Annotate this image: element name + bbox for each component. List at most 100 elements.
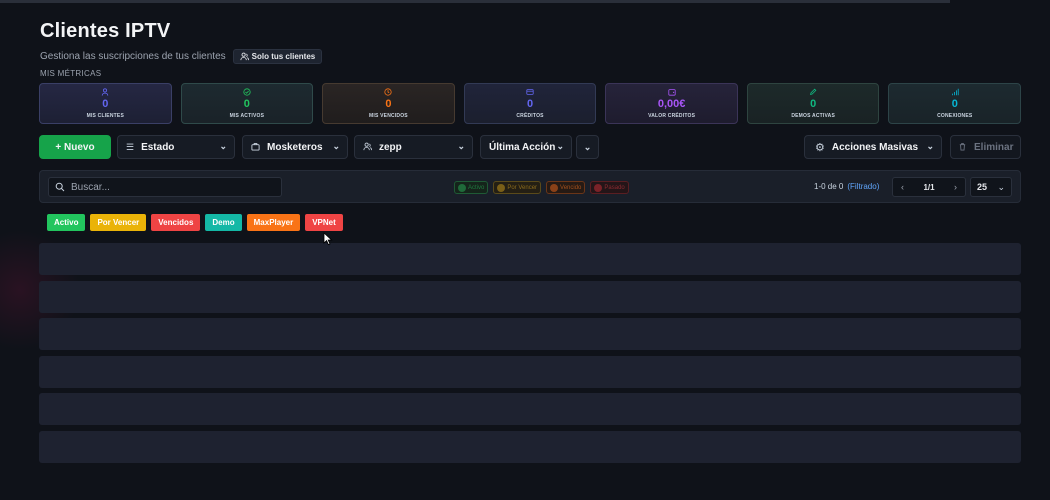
loading-row-placeholder xyxy=(39,318,1021,350)
signal-icon xyxy=(951,88,959,98)
check-circle-icon xyxy=(243,88,251,98)
chevron-left-icon[interactable]: ‹ xyxy=(901,182,904,192)
metric-card-connections: 0 CONEXIONES xyxy=(888,83,1022,124)
metric-card-demos: 0 DEMOS ACTIVAS xyxy=(746,83,880,124)
pager: ‹ 1/1 › xyxy=(892,177,966,197)
chevron-down-icon: ⌄ xyxy=(556,141,564,151)
chevron-down-icon: ⌄ xyxy=(997,181,1005,192)
briefcase-icon xyxy=(251,142,260,153)
search-box[interactable] xyxy=(48,177,282,197)
mouse-cursor-icon xyxy=(323,232,333,246)
legend-item-expiring[interactable]: Por Vencer xyxy=(493,181,542,194)
tag-demo[interactable]: Demo xyxy=(205,214,242,231)
user-filter-label: zepp xyxy=(379,141,402,153)
metric-card-expired: 0 MIS VENCIDOS xyxy=(322,83,455,124)
user-filter-select[interactable]: zepp ⌄ xyxy=(354,135,473,159)
chevron-down-icon: ⌄ xyxy=(332,141,340,151)
client-list xyxy=(39,243,1021,468)
search-input[interactable] xyxy=(71,181,271,193)
chevron-down-icon: ⌄ xyxy=(457,141,465,151)
metric-label: MIS CLIENTES xyxy=(86,113,124,119)
trash-icon xyxy=(958,142,967,153)
metric-value: 0 xyxy=(526,98,534,110)
reseller-filter-select[interactable]: Mosketeros ⌄ xyxy=(242,135,348,159)
metric-card-credit-value: 0,00€ VALOR CRÉDITOS xyxy=(605,83,738,124)
loading-row-placeholder xyxy=(39,430,1021,463)
status-dot xyxy=(497,183,506,192)
last-action-label: Última Acción xyxy=(489,141,556,153)
metric-value: 0 xyxy=(810,98,817,110)
metric-value: 0 xyxy=(385,98,392,110)
search-icon xyxy=(55,182,65,192)
tag-vencidos[interactable]: Vencidos xyxy=(151,214,201,231)
reseller-filter-label: Mosketeros xyxy=(267,141,323,153)
metric-value: 0,00€ xyxy=(657,98,686,110)
legend-label: Vencido xyxy=(560,184,582,191)
list-icon: ☰ xyxy=(126,141,135,152)
chevron-down-icon: ⌄ xyxy=(583,141,592,152)
chevron-down-icon: ⌄ xyxy=(926,141,934,151)
metric-label: MIS VENCIDOS xyxy=(369,113,408,119)
users-icon xyxy=(363,142,372,153)
metric-label: MIS ACTIVOS xyxy=(229,113,265,119)
metric-label: DEMOS ACTIVAS xyxy=(791,113,836,119)
metric-card-credits: 0 CRÉDITOS xyxy=(463,83,597,124)
toolbar: + Nuevo ☰ Estado ⌄ Mosketeros ⌄ zepp ⌄ Ú… xyxy=(39,135,1021,159)
pagination-info: 1-0 de 0 (Filtrado) xyxy=(814,182,879,191)
delete-button[interactable]: Eliminar xyxy=(950,135,1021,159)
page-title: Clientes IPTV xyxy=(40,20,171,42)
page-indicator: 1/1 xyxy=(923,182,935,192)
loading-row-placeholder xyxy=(39,280,1021,313)
legend-item-expired[interactable]: Vencido xyxy=(546,181,586,194)
chevron-down-icon: ⌄ xyxy=(219,141,227,151)
pencil-icon xyxy=(809,88,817,98)
metric-label: VALOR CRÉDITOS xyxy=(648,113,696,119)
estado-filter-label: Estado xyxy=(141,141,175,153)
delete-label: Eliminar xyxy=(974,141,1014,153)
page-size-value: 25 xyxy=(977,182,988,192)
metric-label: CONEXIONES xyxy=(937,113,973,119)
metric-value: 0 xyxy=(243,98,250,110)
legend-item-active[interactable]: Activo xyxy=(454,181,489,194)
last-action-sort-select[interactable]: Última Acción ⌄ xyxy=(480,135,572,159)
subtitle-row: Gestiona las suscripciones de tus client… xyxy=(40,49,323,64)
legend-label: Pasado xyxy=(604,184,625,191)
legend-label: Activo xyxy=(468,184,485,191)
metric-value: 0 xyxy=(951,98,958,110)
tag-maxplayer[interactable]: MaxPlayer xyxy=(246,214,301,231)
chevron-right-icon[interactable]: › xyxy=(954,182,957,192)
bulk-actions-button[interactable]: ⚙ Acciones Masivas ⌄ xyxy=(804,135,942,159)
own-clients-chip-label: Solo tus clientes xyxy=(251,52,316,61)
loading-row-placeholder xyxy=(39,243,1021,275)
metric-card-active: 0 MIS ACTIVOS xyxy=(180,83,314,124)
new-client-button[interactable]: + Nuevo xyxy=(39,135,111,159)
status-dot xyxy=(458,183,466,192)
top-border xyxy=(0,0,950,3)
metric-value: 0 xyxy=(102,98,109,110)
tag-activo[interactable]: Activo xyxy=(47,214,86,231)
sort-direction-button[interactable]: ⌄ xyxy=(576,135,599,159)
estado-filter-select[interactable]: ☰ Estado ⌄ xyxy=(117,135,235,159)
bulk-actions-label: Acciones Masivas xyxy=(831,141,919,153)
page-header: Clientes IPTV Gestiona las suscripciones… xyxy=(40,20,323,64)
own-clients-chip[interactable]: Solo tus clientes xyxy=(232,49,323,64)
page-subtitle: Gestiona las suscripciones de tus client… xyxy=(40,51,226,62)
metric-label: CRÉDITOS xyxy=(516,113,544,119)
result-count: 1-0 de 0 xyxy=(814,182,844,191)
clock-icon xyxy=(384,88,393,98)
new-client-label: + Nuevo xyxy=(55,141,95,153)
metrics-section-label: MIS MÉTRICAS xyxy=(40,69,102,78)
metrics-row: 0 MIS CLIENTES 0 MIS ACTIVOS 0 MIS VENCI… xyxy=(39,83,1022,124)
legend-label: Por Vencer xyxy=(507,184,538,191)
tag-filter-row: Activo Por Vencer Vencidos Demo MaxPlaye… xyxy=(47,214,343,231)
tag-vpnet[interactable]: VPNet xyxy=(305,214,343,231)
loading-row-placeholder xyxy=(39,355,1021,388)
legend-item-past[interactable]: Pasado xyxy=(590,181,629,194)
user-icon xyxy=(101,88,109,98)
wallet-icon xyxy=(667,88,676,98)
status-dot xyxy=(594,183,603,192)
tag-por-vencer[interactable]: Por Vencer xyxy=(90,214,147,231)
users-icon xyxy=(240,52,249,61)
page-size-select[interactable]: 25 ⌄ xyxy=(970,177,1012,197)
status-dot xyxy=(550,183,559,192)
